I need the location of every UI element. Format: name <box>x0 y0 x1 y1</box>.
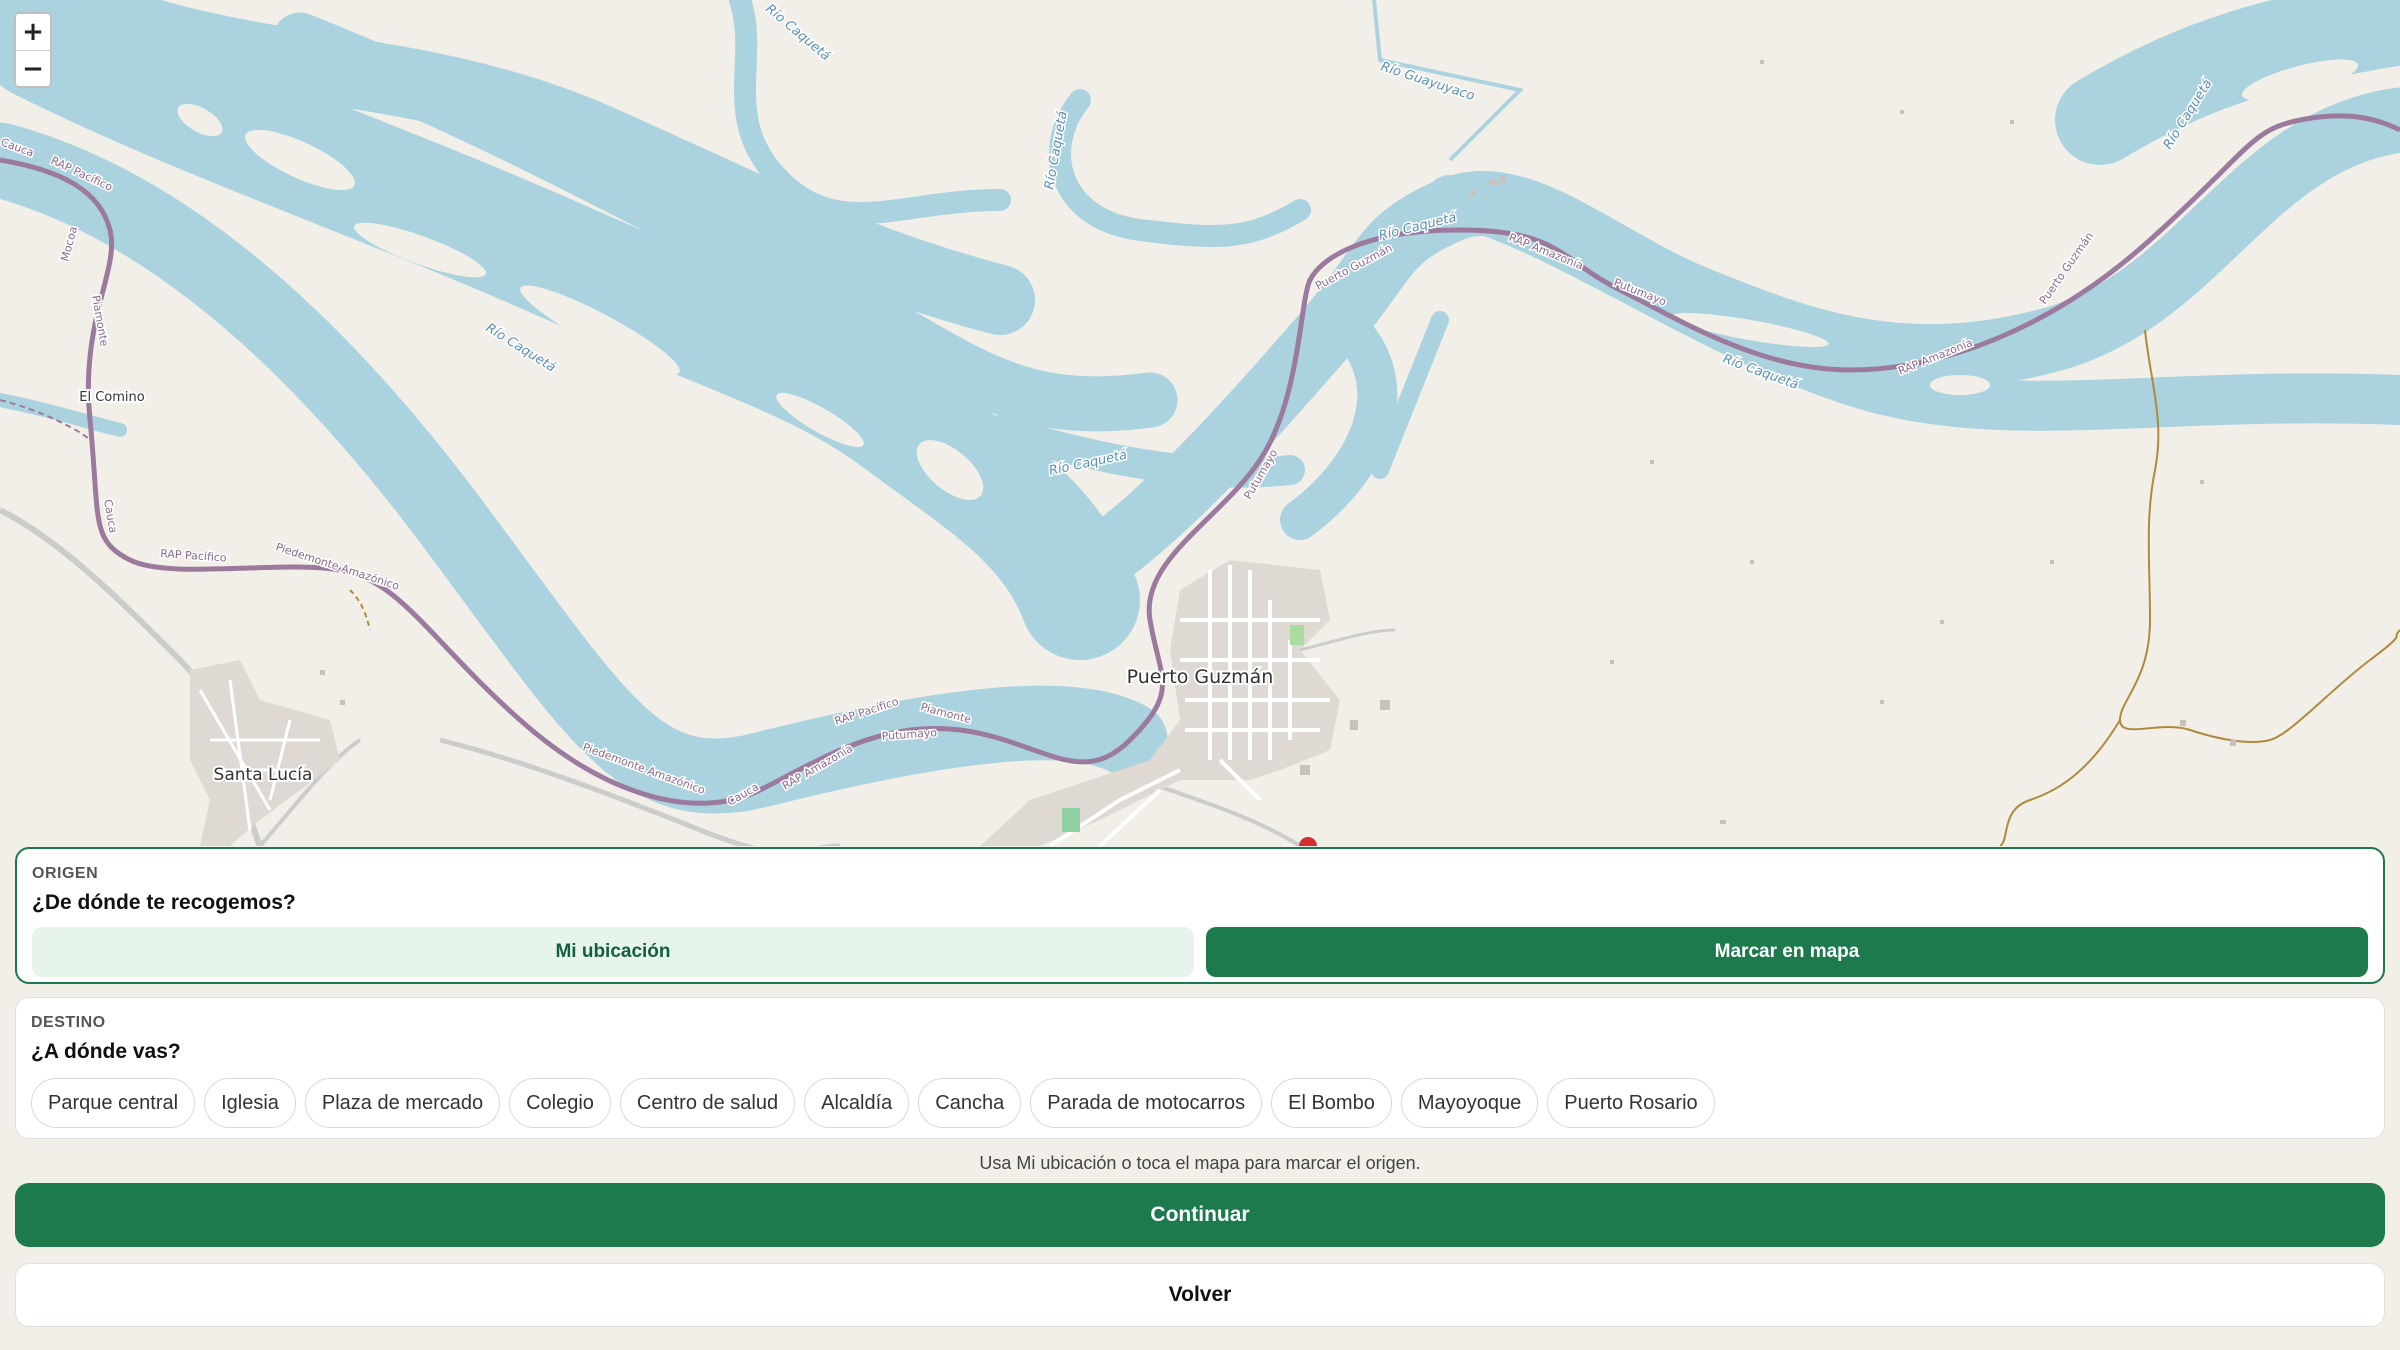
origin-question: ¿De dónde te recogemos? <box>32 891 296 914</box>
destination-question: ¿A dónde vas? <box>31 1040 181 1063</box>
destination-chip-parque-central[interactable]: Parque central <box>31 1078 196 1128</box>
destination-panel: DESTINO ¿A dónde vas? Parque central Igl… <box>15 997 2385 1139</box>
destination-chip-colegio[interactable]: Colegio <box>509 1078 611 1128</box>
map-label-el-comino: El Comino <box>79 390 145 405</box>
map-canvas[interactable]: Puerto Guzmán Santa Lucía El Comino Río … <box>0 0 2400 846</box>
destination-chip-mayoyoque[interactable]: Mayoyoque <box>1400 1078 1539 1128</box>
mark-on-map-button[interactable]: Marcar en mapa <box>1206 927 2368 977</box>
back-button[interactable]: Volver <box>15 1263 2385 1327</box>
destination-chip-cancha[interactable]: Cancha <box>918 1078 1022 1128</box>
origin-kicker: ORIGEN <box>32 865 99 882</box>
map-view[interactable]: Puerto Guzmán Santa Lucía El Comino Río … <box>0 0 2400 846</box>
destination-chip-el-bombo[interactable]: El Bombo <box>1271 1078 1392 1128</box>
destination-chips: Parque central Iglesia Plaza de mercado … <box>31 1078 2369 1128</box>
hint-text: Usa Mi ubicación o toca el mapa para mar… <box>979 1153 1421 1173</box>
destination-kicker: DESTINO <box>31 1014 106 1031</box>
continue-button[interactable]: Continuar <box>15 1183 2385 1247</box>
zoom-in-button[interactable]: + <box>16 14 50 50</box>
destination-chip-plaza-de-mercado[interactable]: Plaza de mercado <box>304 1078 501 1128</box>
map-label-puerto-guzman: Puerto Guzmán <box>1127 666 1274 688</box>
destination-chip-puerto-rosario[interactable]: Puerto Rosario <box>1547 1078 1715 1128</box>
origin-buttons: Mi ubicación Marcar en mapa <box>32 927 2368 977</box>
destination-chip-centro-de-salud[interactable]: Centro de salud <box>619 1078 796 1128</box>
destination-chip-iglesia[interactable]: Iglesia <box>204 1078 296 1128</box>
destination-chip-parada-de-motocarros[interactable]: Parada de motocarros <box>1030 1078 1263 1128</box>
map-label-santa-lucia: Santa Lucía <box>214 765 313 785</box>
my-location-button[interactable]: Mi ubicación <box>32 927 1194 977</box>
zoom-out-button[interactable]: − <box>16 50 50 86</box>
origin-panel: ORIGEN ¿De dónde te recogemos? Mi ubicac… <box>15 847 2385 984</box>
destination-chip-alcaldia[interactable]: Alcaldía <box>804 1078 910 1128</box>
zoom-control: + − <box>14 12 52 88</box>
